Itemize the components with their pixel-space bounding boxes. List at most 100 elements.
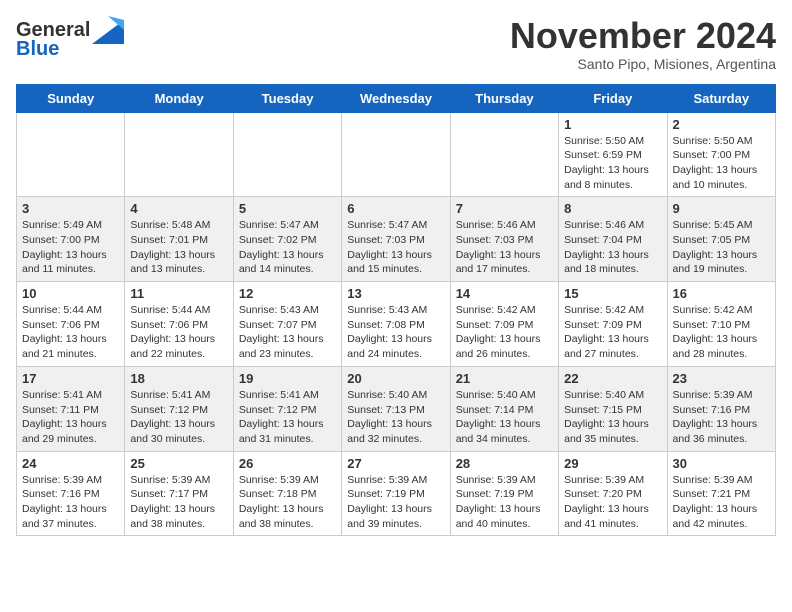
day-number: 23 bbox=[673, 371, 770, 386]
day-number: 16 bbox=[673, 286, 770, 301]
day-info: Sunrise: 5:39 AMSunset: 7:21 PMDaylight:… bbox=[673, 473, 770, 532]
day-number: 10 bbox=[22, 286, 119, 301]
day-info: Sunrise: 5:44 AMSunset: 7:06 PMDaylight:… bbox=[22, 303, 119, 362]
day-info: Sunrise: 5:45 AMSunset: 7:05 PMDaylight:… bbox=[673, 218, 770, 277]
day-cell: 22 Sunrise: 5:40 AMSunset: 7:15 PMDayligh… bbox=[559, 366, 667, 451]
day-cell bbox=[233, 112, 341, 197]
day-info: Sunrise: 5:46 AMSunset: 7:03 PMDaylight:… bbox=[456, 218, 553, 277]
day-cell: 26Sunrise: 5:39 AMSunset: 7:18 PMDayligh… bbox=[233, 451, 341, 536]
subtitle: Santo Pipo, Misiones, Argentina bbox=[510, 56, 776, 72]
weekday-header-tuesday: Tuesday bbox=[233, 84, 341, 112]
day-number: 4 bbox=[130, 201, 227, 216]
day-cell: 9Sunrise: 5:45 AMSunset: 7:05 PMDaylight… bbox=[667, 197, 775, 282]
day-number: 2 bbox=[673, 117, 770, 132]
day-info: Sunrise: 5:39 AMSunset: 7:17 PMDaylight:… bbox=[130, 473, 227, 532]
day-number: 17 bbox=[22, 371, 119, 386]
day-cell: 6Sunrise: 5:47 AMSunset: 7:03 PMDaylight… bbox=[342, 197, 450, 282]
day-cell: 18 Sunrise: 5:41 AMSunset: 7:12 PMDayligh… bbox=[125, 366, 233, 451]
day-cell: 13 Sunrise: 5:43 AMSunset: 7:08 PMDayligh… bbox=[342, 282, 450, 367]
day-cell: 29 Sunrise: 5:39 AMSunset: 7:20 PMDayligh… bbox=[559, 451, 667, 536]
day-cell: 21 Sunrise: 5:40 AMSunset: 7:14 PMDayligh… bbox=[450, 366, 558, 451]
day-cell bbox=[450, 112, 558, 197]
day-number: 12 bbox=[239, 286, 336, 301]
weekday-header-sunday: Sunday bbox=[17, 84, 125, 112]
day-info: Sunrise: 5:40 AMSunset: 7:15 PMDaylight:… bbox=[564, 388, 661, 447]
week-row-4: 17Sunrise: 5:41 AMSunset: 7:11 PMDayligh… bbox=[17, 366, 776, 451]
day-number: 19 bbox=[239, 371, 336, 386]
week-row-2: 3 Sunrise: 5:49 AMSunset: 7:00 PMDaylight… bbox=[17, 197, 776, 282]
day-cell: 8 Sunrise: 5:46 AMSunset: 7:04 PMDaylight… bbox=[559, 197, 667, 282]
day-cell: 3 Sunrise: 5:49 AMSunset: 7:00 PMDaylight… bbox=[17, 197, 125, 282]
day-cell: 14 Sunrise: 5:42 AMSunset: 7:09 PMDayligh… bbox=[450, 282, 558, 367]
day-cell bbox=[125, 112, 233, 197]
day-cell: 28 Sunrise: 5:39 AMSunset: 7:19 PMDayligh… bbox=[450, 451, 558, 536]
day-cell: 23 Sunrise: 5:39 AMSunset: 7:16 PMDayligh… bbox=[667, 366, 775, 451]
header: General Blue November 2024 Santo Pipo, M… bbox=[16, 16, 776, 72]
day-number: 28 bbox=[456, 456, 553, 471]
day-number: 11 bbox=[130, 286, 227, 301]
title-area: November 2024 Santo Pipo, Misiones, Arge… bbox=[510, 16, 776, 72]
day-info: Sunrise: 5:47 AMSunset: 7:03 PMDaylight:… bbox=[347, 218, 444, 277]
day-info: Sunrise: 5:43 AMSunset: 7:08 PMDaylight:… bbox=[347, 303, 444, 362]
day-cell: 17Sunrise: 5:41 AMSunset: 7:11 PMDayligh… bbox=[17, 366, 125, 451]
day-cell: 30Sunrise: 5:39 AMSunset: 7:21 PMDayligh… bbox=[667, 451, 775, 536]
day-cell: 19 Sunrise: 5:41 AMSunset: 7:12 PMDayligh… bbox=[233, 366, 341, 451]
day-info: Sunrise: 5:42 AMSunset: 7:09 PMDaylight:… bbox=[564, 303, 661, 362]
day-info: Sunrise: 5:43 AMSunset: 7:07 PMDaylight:… bbox=[239, 303, 336, 362]
calendar: SundayMondayTuesdayWednesdayThursdayFrid… bbox=[16, 84, 776, 537]
day-info: Sunrise: 5:50 AMSunset: 7:00 PMDaylight:… bbox=[673, 134, 770, 193]
day-number: 29 bbox=[564, 456, 661, 471]
day-info: Sunrise: 5:39 AMSunset: 7:16 PMDaylight:… bbox=[673, 388, 770, 447]
day-number: 8 bbox=[564, 201, 661, 216]
month-title: November 2024 bbox=[510, 16, 776, 56]
day-cell: 10 Sunrise: 5:44 AMSunset: 7:06 PMDayligh… bbox=[17, 282, 125, 367]
day-info: Sunrise: 5:49 AMSunset: 7:00 PMDaylight:… bbox=[22, 218, 119, 277]
day-number: 24 bbox=[22, 456, 119, 471]
day-cell: 27 Sunrise: 5:39 AMSunset: 7:19 PMDayligh… bbox=[342, 451, 450, 536]
day-number: 1 bbox=[564, 117, 661, 132]
day-number: 5 bbox=[239, 201, 336, 216]
day-number: 22 bbox=[564, 371, 661, 386]
day-info: Sunrise: 5:41 AMSunset: 7:12 PMDaylight:… bbox=[130, 388, 227, 447]
day-number: 3 bbox=[22, 201, 119, 216]
day-info: Sunrise: 5:39 AMSunset: 7:19 PMDaylight:… bbox=[456, 473, 553, 532]
day-number: 13 bbox=[347, 286, 444, 301]
day-cell: 5 Sunrise: 5:47 AMSunset: 7:02 PMDaylight… bbox=[233, 197, 341, 282]
day-info: Sunrise: 5:39 AMSunset: 7:16 PMDaylight:… bbox=[22, 473, 119, 532]
day-info: Sunrise: 5:39 AMSunset: 7:20 PMDaylight:… bbox=[564, 473, 661, 532]
day-cell: 24 Sunrise: 5:39 AMSunset: 7:16 PMDayligh… bbox=[17, 451, 125, 536]
day-info: Sunrise: 5:40 AMSunset: 7:14 PMDaylight:… bbox=[456, 388, 553, 447]
day-cell: 16 Sunrise: 5:42 AMSunset: 7:10 PMDayligh… bbox=[667, 282, 775, 367]
day-cell: 12 Sunrise: 5:43 AMSunset: 7:07 PMDayligh… bbox=[233, 282, 341, 367]
week-row-3: 10 Sunrise: 5:44 AMSunset: 7:06 PMDayligh… bbox=[17, 282, 776, 367]
day-info: Sunrise: 5:47 AMSunset: 7:02 PMDaylight:… bbox=[239, 218, 336, 277]
day-number: 14 bbox=[456, 286, 553, 301]
day-cell: 7Sunrise: 5:46 AMSunset: 7:03 PMDaylight… bbox=[450, 197, 558, 282]
day-info: Sunrise: 5:41 AMSunset: 7:12 PMDaylight:… bbox=[239, 388, 336, 447]
day-info: Sunrise: 5:48 AMSunset: 7:01 PMDaylight:… bbox=[130, 218, 227, 277]
day-cell: 1 Sunrise: 5:50 AMSunset: 6:59 PMDaylight… bbox=[559, 112, 667, 197]
weekday-header-saturday: Saturday bbox=[667, 84, 775, 112]
day-info: Sunrise: 5:44 AMSunset: 7:06 PMDaylight:… bbox=[130, 303, 227, 362]
week-row-1: 1 Sunrise: 5:50 AMSunset: 6:59 PMDaylight… bbox=[17, 112, 776, 197]
logo-text-blue: Blue bbox=[16, 38, 59, 61]
day-info: Sunrise: 5:40 AMSunset: 7:13 PMDaylight:… bbox=[347, 388, 444, 447]
day-number: 25 bbox=[130, 456, 227, 471]
day-number: 27 bbox=[347, 456, 444, 471]
day-cell: 4 Sunrise: 5:48 AMSunset: 7:01 PMDaylight… bbox=[125, 197, 233, 282]
weekday-header-monday: Monday bbox=[125, 84, 233, 112]
day-cell: 15Sunrise: 5:42 AMSunset: 7:09 PMDayligh… bbox=[559, 282, 667, 367]
day-cell: 11 Sunrise: 5:44 AMSunset: 7:06 PMDayligh… bbox=[125, 282, 233, 367]
day-number: 20 bbox=[347, 371, 444, 386]
day-info: Sunrise: 5:50 AMSunset: 6:59 PMDaylight:… bbox=[564, 134, 661, 193]
day-info: Sunrise: 5:42 AMSunset: 7:10 PMDaylight:… bbox=[673, 303, 770, 362]
day-cell: 25 Sunrise: 5:39 AMSunset: 7:17 PMDayligh… bbox=[125, 451, 233, 536]
day-info: Sunrise: 5:39 AMSunset: 7:19 PMDaylight:… bbox=[347, 473, 444, 532]
day-number: 21 bbox=[456, 371, 553, 386]
day-info: Sunrise: 5:42 AMSunset: 7:09 PMDaylight:… bbox=[456, 303, 553, 362]
logo-icon bbox=[92, 16, 124, 44]
day-cell bbox=[17, 112, 125, 197]
day-cell: 2 Sunrise: 5:50 AMSunset: 7:00 PMDaylight… bbox=[667, 112, 775, 197]
day-number: 18 bbox=[130, 371, 227, 386]
day-info: Sunrise: 5:46 AMSunset: 7:04 PMDaylight:… bbox=[564, 218, 661, 277]
